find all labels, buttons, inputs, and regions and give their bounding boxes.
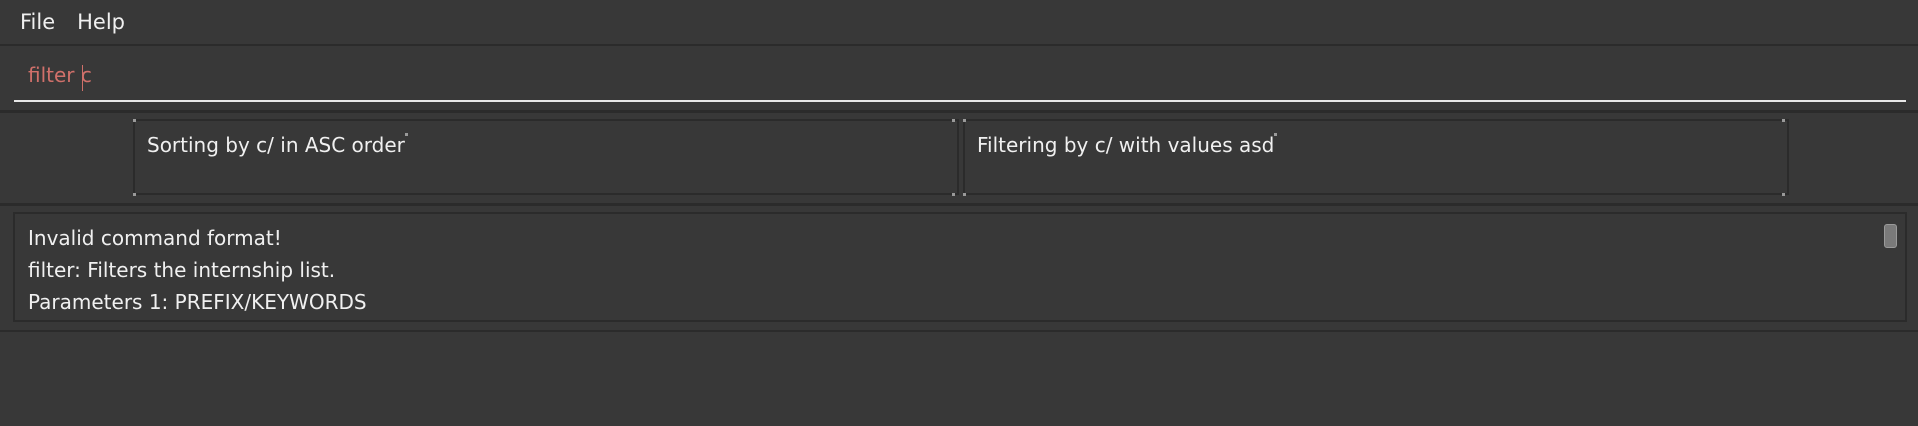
result-text-area[interactable]: Invalid command format! filter: Filters … bbox=[13, 212, 1907, 322]
result-display: Invalid command format! filter: Filters … bbox=[0, 206, 1918, 332]
command-input[interactable] bbox=[14, 50, 1906, 102]
menu-file[interactable]: File bbox=[20, 10, 55, 34]
filter-status-box: Filtering by c/ with values asd bbox=[963, 119, 1789, 195]
result-line: filter: Filters the internship list. bbox=[28, 258, 336, 282]
menu-help[interactable]: Help bbox=[77, 10, 125, 34]
scrollbar-thumb[interactable] bbox=[1884, 224, 1897, 248]
menu-bar: File Help bbox=[0, 0, 1918, 46]
text-caret bbox=[82, 65, 83, 91]
result-line: Parameters 1: PREFIX/KEYWORDS bbox=[28, 290, 367, 314]
result-line: Invalid command format! bbox=[28, 226, 282, 250]
command-box bbox=[0, 46, 1918, 113]
sort-status-box: Sorting by c/ in ASC order bbox=[133, 119, 959, 195]
filter-status-text: Filtering by c/ with values asd bbox=[977, 133, 1275, 157]
internship-list-panel bbox=[0, 332, 1918, 426]
status-bar: Sorting by c/ in ASC order Filtering by … bbox=[0, 113, 1918, 206]
sort-status-text: Sorting by c/ in ASC order bbox=[147, 133, 405, 157]
